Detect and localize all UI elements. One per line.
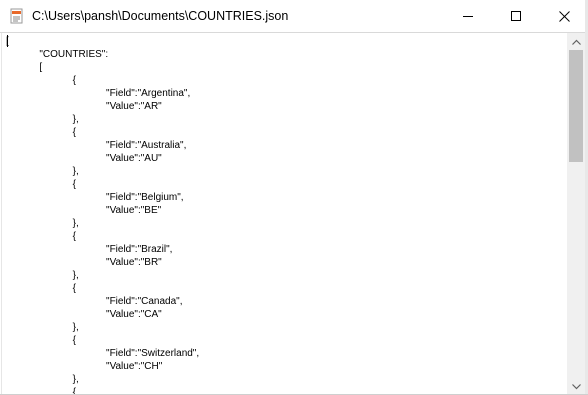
close-button[interactable]: [547, 0, 581, 32]
document-line: "Value":"AU": [6, 153, 162, 164]
minimize-button[interactable]: [451, 0, 485, 32]
document-line: },: [6, 270, 79, 281]
document-line: {: [6, 127, 77, 138]
scroll-down-icon: [571, 383, 581, 389]
document-line: },: [6, 218, 79, 229]
document-line: "Field":"Brazil",: [6, 244, 173, 255]
document-line: "Value":"BR": [6, 257, 162, 268]
window-title: C:\Users\pansh\Documents\COUNTRIES.json: [32, 9, 289, 23]
document-line: "Value":"BE": [6, 205, 162, 216]
document-line: "Field":"Argentina",: [6, 88, 191, 99]
document-line: "Value":"CH": [6, 361, 163, 372]
scroll-down-button[interactable]: [567, 378, 585, 395]
vertical-scrollbar[interactable]: [567, 33, 585, 395]
document-line: {: [6, 179, 77, 190]
document-line: "Field":"Switzerland",: [6, 348, 200, 359]
document-line: {: [6, 283, 77, 294]
document-line: "Value":"AR": [6, 101, 162, 112]
document-line: [: [6, 36, 9, 47]
scroll-up-button[interactable]: [567, 33, 585, 50]
document-line: "Field":"Belgium",: [6, 192, 184, 203]
notepad-document-icon: [9, 8, 25, 24]
document-line: },: [6, 166, 79, 177]
scroll-up-icon: [571, 39, 581, 45]
minimize-icon: [463, 16, 473, 17]
close-icon: [558, 10, 570, 22]
text-editor[interactable]: [ "COUNTRIES": [ { "Field":"Argentina", …: [1, 33, 568, 394]
document-line: [: [6, 62, 43, 73]
document-line: },: [6, 322, 79, 333]
document-line: {: [6, 75, 77, 86]
document-line: "Field":"Canada",: [6, 296, 183, 307]
document-line: {: [6, 387, 77, 394]
document-line: "COUNTRIES":: [6, 49, 109, 60]
title-bar[interactable]: C:\Users\pansh\Documents\COUNTRIES.json: [0, 0, 588, 32]
document-line: {: [6, 231, 77, 242]
maximize-button[interactable]: [499, 0, 533, 32]
document-text: [ "COUNTRIES": [ { "Field":"Argentina", …: [6, 35, 199, 394]
document-line: },: [6, 114, 79, 125]
document-line: "Value":"CA": [6, 309, 162, 320]
notepad-window: C:\Users\pansh\Documents\COUNTRIES.json …: [0, 0, 588, 395]
document-line: "Field":"Australia",: [6, 140, 187, 151]
scrollbar-thumb[interactable]: [569, 50, 583, 162]
document-line: {: [6, 335, 77, 346]
document-line: },: [6, 374, 79, 385]
maximize-icon: [511, 11, 521, 21]
